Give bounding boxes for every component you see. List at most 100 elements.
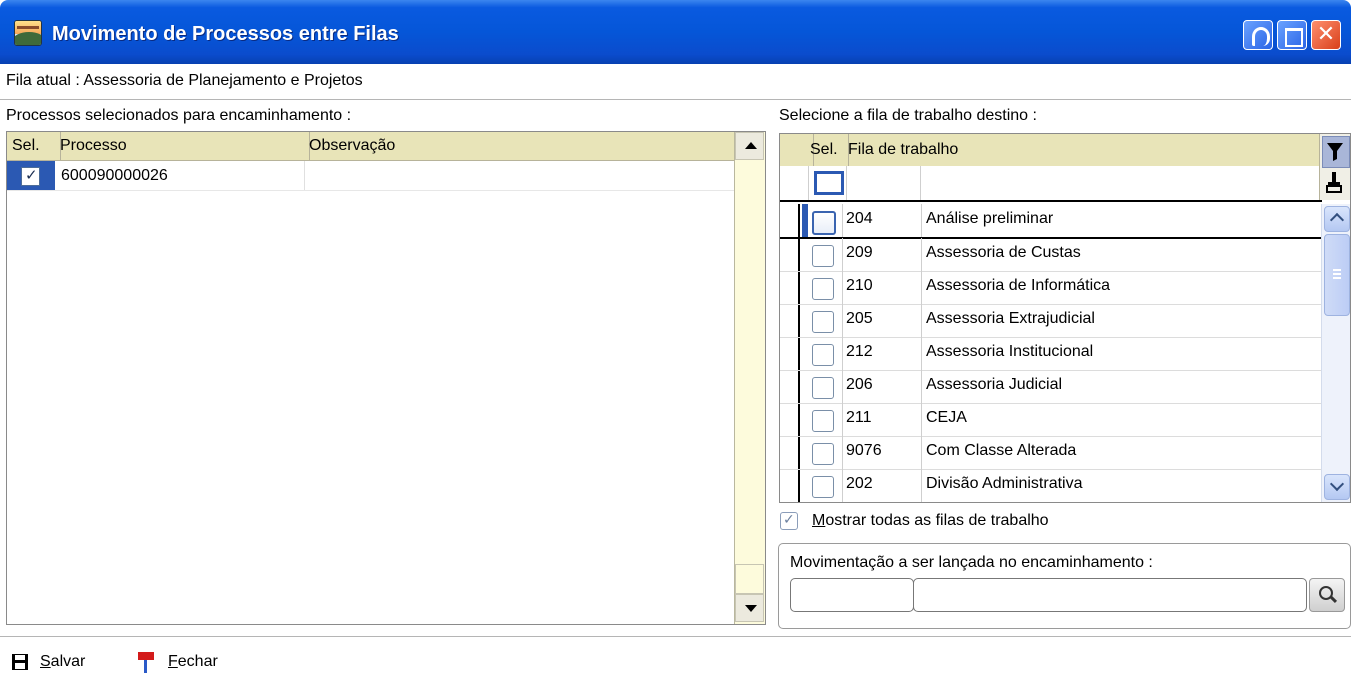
window-title: Movimento de Processos entre Filas <box>52 23 399 45</box>
list-item[interactable]: 209 Assessoria de Custas <box>780 238 1322 272</box>
filter-checkbox[interactable] <box>814 171 844 195</box>
help-button[interactable] <box>1243 20 1273 50</box>
queue-checkbox[interactable] <box>812 245 834 267</box>
scroll-down-button[interactable] <box>735 594 764 622</box>
grid-tools <box>1319 134 1350 200</box>
column-divider <box>846 166 847 200</box>
movement-code-field[interactable] <box>790 578 914 612</box>
queue-code: 202 <box>846 475 873 492</box>
chevron-up-icon <box>1329 212 1345 228</box>
show-all-queues-checkbox[interactable]: ✓ <box>780 511 798 530</box>
list-item[interactable]: 205 Assessoria Extrajudicial <box>780 304 1322 338</box>
floppy-disk-icon <box>12 654 28 670</box>
help-icon <box>1252 27 1270 46</box>
column-divider <box>920 166 921 200</box>
target-queue-grid[interactable]: Sel. Fila de trabalho 204 Análise prelim… <box>779 133 1351 503</box>
filter-input[interactable] <box>926 173 1316 193</box>
chevron-down-icon <box>1329 476 1345 492</box>
movement-description-field[interactable] <box>913 578 1307 612</box>
list-item[interactable]: 202 Divisão Administrativa <box>780 469 1322 502</box>
door-sign-icon <box>138 652 154 673</box>
current-queue-bar: Fila atual : Assessoria de Planejamento … <box>0 64 1351 100</box>
scroll-up-button[interactable] <box>1324 206 1350 232</box>
check-icon: ✓ <box>25 167 38 184</box>
queue-name: Assessoria Extrajudicial <box>926 310 1095 327</box>
queue-checkbox[interactable] <box>812 410 834 432</box>
target-queue-list[interactable]: 204 Análise preliminar 209 Assessoria de… <box>780 204 1322 502</box>
movement-group: Movimentação a ser lançada no encaminham… <box>778 543 1351 629</box>
target-queue-label: Selecione a fila de trabalho destino : <box>779 107 1037 124</box>
queue-checkbox[interactable] <box>812 211 836 235</box>
brush-icon <box>1326 172 1342 193</box>
queue-name: Com Classe Alterada <box>926 442 1077 459</box>
queue-name: CEJA <box>926 409 967 426</box>
row-selector <box>802 204 808 237</box>
show-all-queues-label[interactable]: Mostrar todas as filas de trabalho <box>812 512 1049 530</box>
maximize-icon <box>1285 28 1303 47</box>
row-select-checkbox[interactable]: ✓ <box>21 167 40 186</box>
list-item[interactable]: 204 Análise preliminar <box>780 204 1322 239</box>
arrow-down-icon <box>745 605 757 612</box>
search-icon-handle <box>1329 595 1338 604</box>
filter-button[interactable] <box>1322 136 1350 168</box>
queue-checkbox[interactable] <box>812 344 834 366</box>
list-item[interactable]: 210 Assessoria de Informática <box>780 271 1322 305</box>
queue-checkbox[interactable] <box>812 311 834 333</box>
column-header-sel[interactable]: Sel. <box>808 134 849 166</box>
queue-checkbox[interactable] <box>812 443 834 465</box>
queue-checkbox[interactable] <box>812 278 834 300</box>
bottom-toolbar: Salvar Fechar <box>0 636 1351 681</box>
column-header-processo[interactable]: Processo <box>55 132 310 160</box>
process-number: 600090000026 <box>61 167 168 184</box>
queue-name: Divisão Administrativa <box>926 475 1083 492</box>
clear-filter-button[interactable] <box>1322 168 1348 198</box>
movement-label: Movimentação a ser lançada no encaminham… <box>790 554 1153 571</box>
filter-row[interactable] <box>780 166 1322 202</box>
selected-processes-label: Processos selecionados para encaminhamen… <box>6 107 352 124</box>
queue-name: Assessoria de Informática <box>926 277 1111 294</box>
app-icon <box>14 20 42 46</box>
arrow-up-icon <box>745 142 757 149</box>
close-window-button[interactable]: ✕ <box>1311 20 1341 50</box>
column-divider <box>304 161 305 190</box>
queue-code: 210 <box>846 277 873 294</box>
scroll-thumb[interactable] <box>735 564 764 594</box>
current-queue-label: Fila atual : Assessoria de Planejamento … <box>6 72 363 89</box>
queue-checkbox[interactable] <box>812 476 834 498</box>
list-item[interactable]: 211 CEJA <box>780 403 1322 437</box>
queue-name: Assessoria Institucional <box>926 343 1094 360</box>
queue-code: 205 <box>846 310 873 327</box>
right-grid-scrollbar[interactable] <box>1321 204 1350 502</box>
column-header-sel[interactable]: Sel. <box>7 132 61 160</box>
scroll-down-button[interactable] <box>1324 474 1350 500</box>
title-bar[interactable]: Movimento de Processos entre Filas ✕ <box>0 0 1351 64</box>
queue-name: Assessoria de Custas <box>926 244 1081 261</box>
queue-code: 209 <box>846 244 873 261</box>
queue-code: 212 <box>846 343 873 360</box>
grid-header: Sel. Processo Observação <box>7 132 735 161</box>
queue-code: 204 <box>846 210 873 227</box>
list-item[interactable]: 9076 Com Classe Alterada <box>780 436 1322 470</box>
grid-header: Sel. Fila de trabalho <box>780 134 1322 167</box>
column-header-observacao[interactable]: Observação <box>304 132 740 160</box>
left-grid-scrollbar[interactable] <box>734 132 765 624</box>
queue-name: Análise preliminar <box>926 210 1054 227</box>
table-row[interactable]: ✓ 600090000026 <box>7 161 735 191</box>
queue-code: 211 <box>846 409 872 426</box>
scroll-thumb[interactable] <box>1324 234 1350 316</box>
selected-processes-grid[interactable]: Sel. Processo Observação ✓ 600090000026 <box>6 131 766 625</box>
list-item[interactable]: 212 Assessoria Institucional <box>780 337 1322 371</box>
list-item[interactable]: 206 Assessoria Judicial <box>780 370 1322 404</box>
column-header-fila[interactable]: Fila de trabalho <box>846 134 1324 166</box>
movement-search-button[interactable] <box>1309 578 1345 612</box>
queue-name: Assessoria Judicial <box>926 376 1063 393</box>
queue-code: 206 <box>846 376 873 393</box>
maximize-button[interactable] <box>1277 20 1307 50</box>
column-divider <box>808 166 809 200</box>
queue-code: 9076 <box>846 442 882 459</box>
scroll-up-button[interactable] <box>735 132 764 160</box>
queue-checkbox[interactable] <box>812 377 834 399</box>
close-icon: ✕ <box>1316 22 1336 47</box>
funnel-icon <box>1327 143 1343 161</box>
check-icon: ✓ <box>783 511 795 527</box>
